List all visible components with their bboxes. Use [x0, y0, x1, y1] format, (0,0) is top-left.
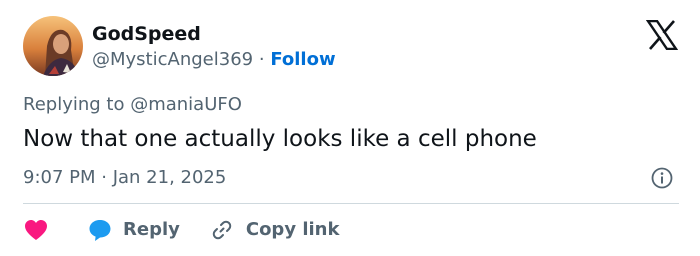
replying-to-label: Replying to @maniaUFO	[23, 94, 242, 115]
link-icon	[212, 220, 232, 240]
avatar[interactable]	[23, 16, 83, 76]
tweet-card: GodSpeed @MysticAngel369 · Follow Replyi…	[0, 0, 700, 256]
reply-label: Reply	[123, 219, 180, 240]
divider	[23, 203, 679, 204]
tweet-text: Now that one actually looks like a cell …	[23, 126, 537, 152]
info-icon[interactable]	[651, 167, 673, 189]
handle-separator: ·	[258, 49, 265, 70]
handle-line: @MysticAngel369 · Follow	[92, 48, 336, 72]
x-logo-icon[interactable]	[646, 20, 678, 50]
copy-link-button[interactable]: Copy link	[180, 218, 340, 242]
heart-icon	[25, 220, 47, 240]
avatar-image	[23, 16, 83, 76]
speech-bubble-icon	[89, 220, 111, 241]
follow-button[interactable]: Follow	[270, 49, 335, 70]
tweet-timestamp[interactable]: 9:07 PM · Jan 21, 2025	[23, 166, 226, 190]
display-name[interactable]: GodSpeed	[92, 22, 201, 46]
like-button[interactable]	[23, 218, 87, 242]
user-handle[interactable]: @MysticAngel369	[92, 49, 253, 70]
copy-link-label: Copy link	[245, 219, 340, 240]
reply-button[interactable]: Reply	[87, 217, 180, 243]
action-bar: Reply Copy link	[23, 216, 339, 244]
